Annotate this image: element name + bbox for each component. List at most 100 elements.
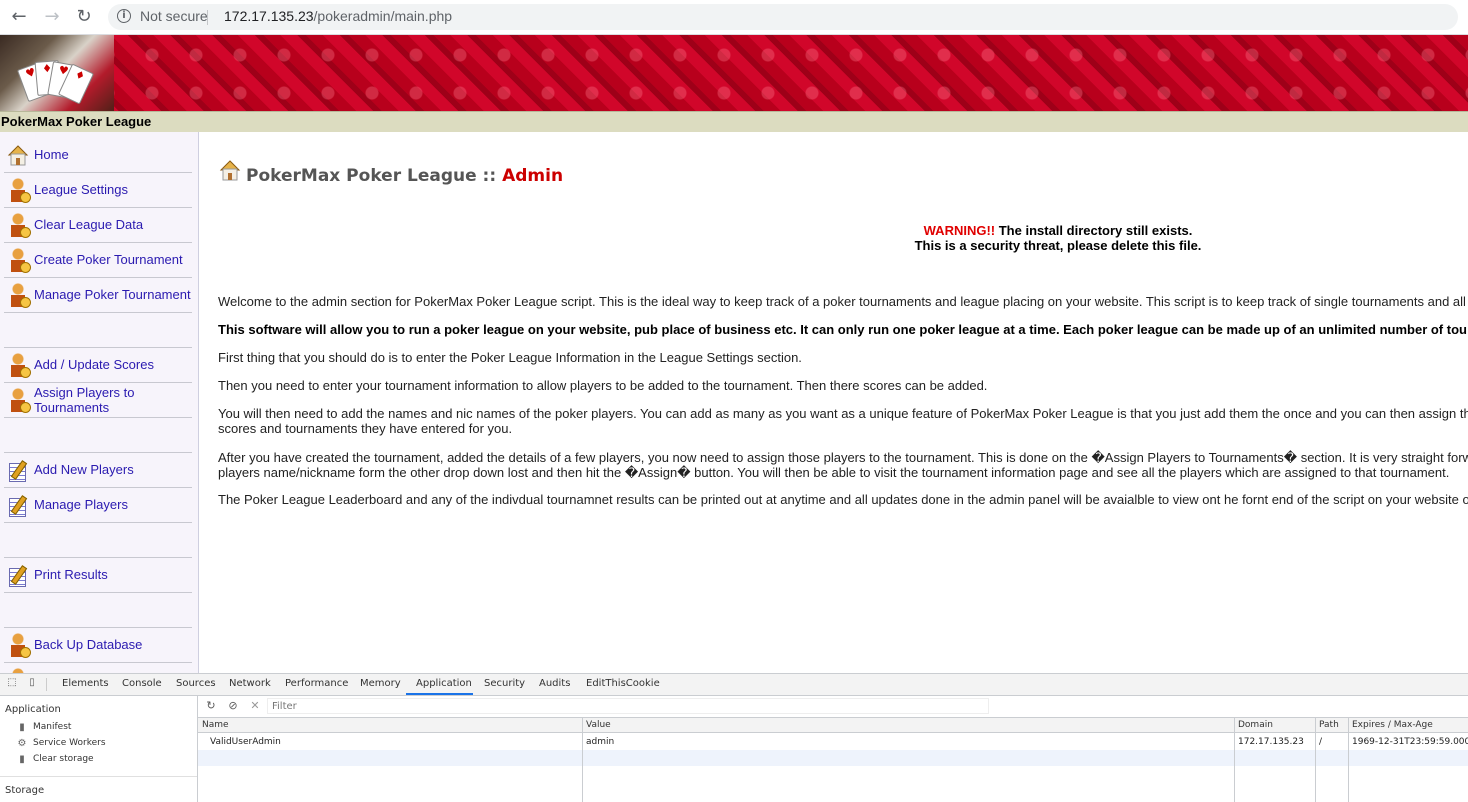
heading-section: Admin [502, 166, 564, 186]
tab-security[interactable]: Security [484, 678, 525, 689]
clear-all-icon[interactable]: ⊘ [226, 699, 240, 713]
title-bar: PokerMax Poker League [0, 111, 1468, 132]
active-tab-indicator [406, 693, 473, 695]
sidebar-item-manage-players[interactable]: Manage Players [4, 488, 192, 523]
cookie-path-cell[interactable]: / [1315, 734, 1348, 750]
column-header-name[interactable]: Name [198, 718, 582, 733]
cookie-value-cell[interactable]: admin [582, 734, 1234, 750]
info-icon[interactable]: i [117, 9, 131, 23]
user-icon [6, 248, 31, 273]
sidebar-item-label: Back Up Database [34, 637, 143, 652]
site-title: PokerMax Poker League [1, 114, 152, 129]
trash-icon: ▮ [19, 754, 25, 765]
divider [46, 678, 47, 691]
address-bar[interactable]: i Not secure 172.17.135.23/pokeradmin/ma… [108, 4, 1458, 30]
column-divider[interactable] [1315, 718, 1316, 802]
inspect-icon[interactable]: ⬚ [6, 677, 18, 689]
cards-logo-image: ♥ ♦ ♥ ♦ [0, 35, 114, 111]
sidebar-item-clear-league-data[interactable]: Clear League Data [4, 208, 192, 243]
sidebar-item-manifest[interactable]: Manifest [33, 722, 71, 732]
tab-audits[interactable]: Audits [539, 678, 570, 689]
browser-toolbar: ← → ↻ i Not secure 172.17.135.23/pokerad… [0, 0, 1468, 35]
url-text[interactable]: 172.17.135.23/pokeradmin/main.php [224, 8, 452, 24]
sidebar-item-manage-tournament[interactable]: Manage Poker Tournament [4, 278, 192, 313]
sidebar-item-backup-database[interactable]: Back Up Database [4, 628, 192, 663]
cookie-domain-cell[interactable]: 172.17.135.23 [1234, 734, 1315, 750]
column-divider[interactable] [582, 718, 583, 802]
delete-selected-icon[interactable]: ✕ [248, 699, 262, 713]
heading-separator: :: [476, 166, 503, 186]
admin-sidebar: Home League Settings Clear League Data C… [0, 132, 199, 673]
user-icon [6, 283, 31, 308]
devtools-sidebar: Application ▮ Manifest ⚙ Service Workers… [0, 696, 198, 802]
application-heading: Application [5, 704, 61, 715]
cookies-table: Name Value Domain Path Expires / Max-Age… [198, 718, 1468, 802]
tab-sources[interactable]: Sources [176, 678, 216, 689]
refresh-icon[interactable]: ↻ [204, 699, 218, 713]
web-page: ♥ ♦ ♥ ♦ PokerMax Poker League Home Leagu… [0, 35, 1468, 673]
sidebar-item-add-new-players[interactable]: Add New Players [4, 453, 192, 488]
security-label[interactable]: Not secure [140, 8, 208, 24]
sidebar-item-print-results[interactable]: Print Results [4, 558, 192, 593]
warning-line2: This is a security threat, please delete… [914, 238, 1202, 253]
reload-icon[interactable]: ↻ [72, 5, 96, 29]
column-divider[interactable] [1234, 718, 1235, 802]
column-header-path[interactable]: Path [1315, 718, 1348, 733]
tab-editthiscookie[interactable]: EditThisCookie [586, 678, 660, 689]
tab-elements[interactable]: Elements [62, 678, 109, 689]
cookie-expires-cell[interactable]: 1969-12-31T23:59:59.000Z [1348, 734, 1468, 750]
sidebar-item-service-workers[interactable]: Service Workers [33, 738, 106, 748]
warning-label: WARNING!! [923, 223, 996, 238]
sidebar-item-league-settings[interactable]: League Settings [4, 173, 192, 208]
sidebar-item-label: Assign Players to Tournaments [34, 385, 135, 415]
column-header-value[interactable]: Value [582, 718, 1234, 733]
cookie-name-cell[interactable]: ValidUserAdmin [206, 734, 582, 750]
step-assign-players: After you have created the tournament, a… [218, 450, 1468, 465]
column-header-expires[interactable]: Expires / Max-Age [1348, 718, 1468, 733]
page-title: PokerMax Poker League :: Admin [246, 166, 563, 186]
sidebar-item-clear-storage[interactable]: Clear storage [33, 754, 94, 764]
tab-network[interactable]: Network [229, 678, 271, 689]
cookies-toolbar: ↻ ⊘ ✕ [198, 696, 1468, 718]
sidebar-item-add-update-scores[interactable]: Add / Update Scores [4, 348, 192, 383]
intro-paragraph: Welcome to the admin section for PokerMa… [218, 294, 1466, 309]
sidebar-item-label: League Settings [34, 182, 128, 197]
forward-icon[interactable]: → [40, 5, 64, 29]
header-banner: ♥ ♦ ♥ ♦ [0, 35, 1468, 111]
sidebar-spacer [4, 523, 192, 558]
file-icon: ▮ [19, 722, 25, 733]
user-icon [6, 633, 31, 658]
sidebar-item-partial[interactable] [4, 663, 192, 673]
sidebar-item-label: Clear League Data [34, 217, 144, 232]
edit-icon [6, 493, 30, 517]
step-add-players: You will then need to add the names and … [218, 406, 1468, 421]
column-header-domain[interactable]: Domain [1234, 718, 1315, 733]
tab-console[interactable]: Console [122, 678, 162, 689]
leaderboard-paragraph: The Poker League Leaderboard and any of … [218, 492, 1468, 507]
sidebar-item-assign-players[interactable]: Assign Players to Tournaments [4, 383, 192, 418]
sidebar-item-label: Home [34, 147, 69, 162]
back-icon[interactable]: ← [7, 5, 31, 29]
sidebar-item-label: Create Poker Tournament [34, 252, 183, 267]
step-tournament-info: Then you need to enter your tournament i… [218, 378, 988, 393]
device-toggle-icon[interactable]: ▯ [26, 677, 38, 689]
step-assign-players-cont: players name/nickname form the other dro… [218, 465, 1450, 480]
sidebar-item-label: Add New Players [34, 462, 134, 477]
tab-memory[interactable]: Memory [360, 678, 401, 689]
main-content: PokerMax Poker League :: Admin WARNING!!… [200, 132, 1468, 673]
sidebar-item-home[interactable]: Home [4, 138, 192, 173]
sidebar-item-create-tournament[interactable]: Create Poker Tournament [4, 243, 192, 278]
devtools-tab-bar: ⬚ ▯ Elements Console Sources Network Per… [0, 674, 1468, 696]
tab-performance[interactable]: Performance [285, 678, 348, 689]
step-league-settings: First thing that you should do is to ent… [218, 350, 802, 365]
sidebar-item-label: Print Results [34, 567, 108, 582]
software-description: This software will allow you to run a po… [218, 322, 1467, 337]
divider [0, 776, 197, 777]
filter-input[interactable] [267, 698, 989, 714]
user-icon [6, 353, 31, 378]
column-divider[interactable] [1348, 718, 1349, 802]
tab-application[interactable]: Application [416, 678, 472, 689]
sidebar-spacer [4, 313, 192, 348]
heading-site: PokerMax Poker League [246, 166, 477, 186]
cookies-panel: ↻ ⊘ ✕ Name Value Domain Path Expires / M… [198, 696, 1468, 802]
